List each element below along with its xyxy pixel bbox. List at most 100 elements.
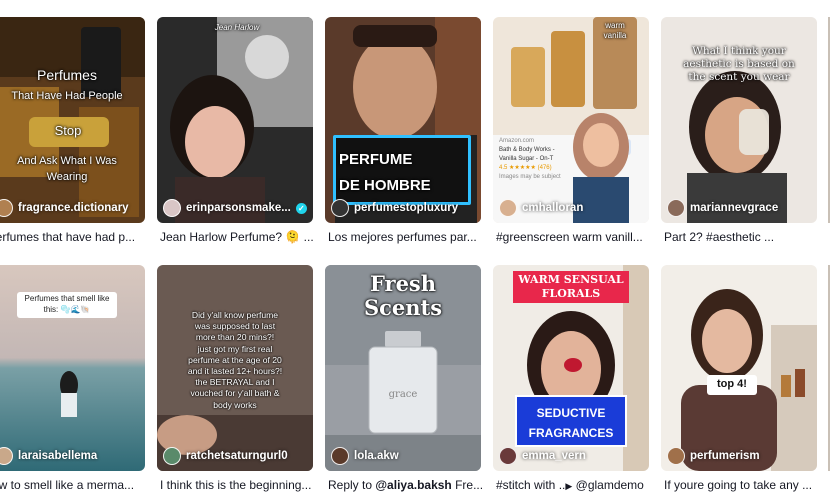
- creator[interactable]: erinparsonsmake... ✓: [163, 199, 307, 217]
- overlay-line: That Have Had People: [11, 90, 123, 102]
- mention-link[interactable]: @aliya.baksh: [375, 478, 451, 492]
- video-thumbnail: [661, 265, 817, 471]
- video-caption[interactable]: Reply to @aliya.baksh Fre...: [328, 478, 484, 492]
- overlay-line: the BETRAYAL and I: [195, 377, 275, 388]
- avatar: [0, 447, 13, 465]
- creator[interactable]: cmhalloran: [499, 199, 583, 217]
- overlay-label: vanilla: [603, 31, 627, 40]
- video-thumbnail: [493, 17, 649, 223]
- video-caption[interactable]: #greenscreen warm vanill...: [496, 230, 652, 244]
- username: emma_vern: [522, 450, 586, 462]
- overlay-title: SEDUCTIVE: [536, 406, 606, 420]
- creator[interactable]: laraisabellema: [0, 447, 97, 465]
- product-subtitle: Vanilla Sugar - On-T: [499, 156, 554, 162]
- creator[interactable]: perfumerism: [667, 447, 760, 465]
- username: cmhalloran: [522, 202, 584, 214]
- creator[interactable]: fragrance.dictionary: [0, 199, 129, 217]
- username: laraisabellema: [18, 450, 98, 462]
- video-card-1[interactable]: Perfumes That Have Had People Stop And A…: [0, 17, 145, 223]
- mention-link[interactable]: @glamdemo: [576, 478, 644, 492]
- overlay-line: body works: [213, 399, 257, 410]
- overlay-line: Did y'all know perfume: [191, 310, 279, 320]
- overlay-line: and it lasted 12+ hours?!: [187, 366, 283, 377]
- video-card-4[interactable]: warm vanilla Amazon.com Bath & Body Work…: [493, 17, 649, 223]
- overlay-title: FLORALS: [541, 287, 601, 300]
- overlay-line: was supposed to last: [194, 321, 276, 332]
- video-caption[interactable]: If youre going to take any ...: [664, 478, 820, 492]
- video-card-7[interactable]: Did y'all know perfume was supposed to l…: [157, 265, 313, 471]
- video-card-2[interactable]: Jean Harlow erinparsonsmake... ✓: [157, 17, 313, 223]
- video-card-5[interactable]: What I think your aesthetic is based on …: [661, 17, 817, 223]
- avatar: [331, 199, 349, 217]
- video-caption[interactable]: perfumes that have had p...: [0, 230, 145, 244]
- overlay-title: Perfumes: [37, 67, 97, 83]
- overlay-line: Perfumes that smell like: [24, 294, 110, 303]
- overlay-paragraph: Did y'all know perfume was supposed to l…: [171, 310, 299, 411]
- overlay-signature: Jean Harlow: [214, 23, 260, 32]
- video-thumbnail: [0, 17, 145, 223]
- creator[interactable]: emma_vern: [499, 447, 586, 465]
- avatar: [163, 199, 181, 217]
- avatar: [163, 447, 181, 465]
- overlay-title: PERFUME: [339, 151, 413, 168]
- overlay-title: WARM SENSUAL: [518, 273, 624, 286]
- overlay-line: more than 20 mins?!: [195, 332, 275, 343]
- overlay-title: Scents: [363, 295, 443, 320]
- caption-text: #stitch with: [496, 478, 559, 492]
- creator[interactable]: mariannevgrace: [667, 199, 778, 217]
- play-icon: ▶: [565, 481, 573, 491]
- video-card-3[interactable]: PERFUME DE HOMBRE perfumestopluxury: [325, 17, 481, 223]
- video-caption[interactable]: ow to smell like a merma...: [0, 478, 148, 492]
- avatar: [0, 199, 13, 217]
- overlay-line: Wearing: [46, 171, 88, 183]
- video-card-9[interactable]: WARM SENSUAL FLORALS SEDUCTIVE FRAGRANCE…: [493, 265, 649, 471]
- overlay-title: DE HOMBRE: [339, 177, 431, 194]
- overlay-line: aesthetic is based on: [683, 58, 795, 70]
- video-caption[interactable]: Part 2? #aesthetic ...: [664, 230, 820, 244]
- overlay-title: Fresh: [369, 271, 437, 296]
- creator[interactable]: perfumestopluxury: [331, 199, 458, 217]
- video-card-6[interactable]: Perfumes that smell like this: 🫧🌊🐚 larai…: [0, 265, 145, 471]
- username: fragrance.dictionary: [18, 202, 129, 214]
- bottle-label: grace: [388, 389, 418, 400]
- creator[interactable]: lola.akw: [331, 447, 399, 465]
- overlay-line: this: 🫧🌊🐚: [43, 305, 91, 314]
- video-caption[interactable]: Jean Harlow Perfume? 🫠 ...: [160, 230, 316, 244]
- avatar: [331, 447, 349, 465]
- product-title: Bath & Body Works -: [499, 147, 555, 153]
- video-card-8[interactable]: Fresh Scents grace lola.akw: [325, 265, 481, 471]
- caption-text: Reply to: [328, 478, 376, 492]
- video-card-10[interactable]: top 4! perfumerism: [661, 265, 817, 471]
- username: ratchetsaturngurl0: [186, 450, 288, 462]
- product-rating: 4.5 ★★★★★ (476): [499, 165, 552, 171]
- overlay-label: warm: [605, 21, 625, 30]
- image-disclaimer: Images may be subject: [499, 174, 561, 180]
- overlay-line: just got my first real: [197, 343, 273, 354]
- username: perfumerism: [690, 450, 760, 462]
- video-thumbnail: [157, 17, 313, 223]
- overlay-stop: Stop: [54, 123, 82, 138]
- overlay-sticker-text: top 4!: [717, 378, 747, 390]
- video-caption[interactable]: Los mejores perfumes par...: [328, 230, 484, 244]
- overlay-line: What I think your: [692, 45, 786, 57]
- amazon-label: Amazon.com: [499, 138, 535, 144]
- overlay-line: the scent you wear: [688, 71, 790, 83]
- overlay-line: vouched for y'all bath &: [190, 388, 280, 399]
- username: perfumestopluxury: [354, 202, 459, 214]
- verified-badge-icon: ✓: [295, 202, 307, 214]
- caption-text: Fre...: [451, 478, 484, 492]
- overlay-title: FRAGRANCES: [528, 426, 614, 440]
- avatar: [667, 199, 685, 217]
- overlay-line: perfume at the age of 20: [188, 354, 282, 365]
- video-caption[interactable]: I think this is the beginning...: [160, 478, 316, 492]
- overlay-line: And Ask What I Was: [17, 155, 117, 167]
- video-caption[interactable]: #stitch with ..▶ @glamdemo: [496, 478, 652, 492]
- creator[interactable]: ratchetsaturngurl0: [163, 447, 288, 465]
- amazon-listing: Amazon.com Bath & Body Works - Vanilla S…: [499, 137, 579, 182]
- username: lola.akw: [354, 450, 399, 462]
- avatar: [667, 447, 685, 465]
- perfume-title-box: [333, 135, 471, 205]
- username: erinparsonsmake...: [186, 202, 291, 214]
- avatar: [499, 199, 517, 217]
- avatar: [499, 447, 517, 465]
